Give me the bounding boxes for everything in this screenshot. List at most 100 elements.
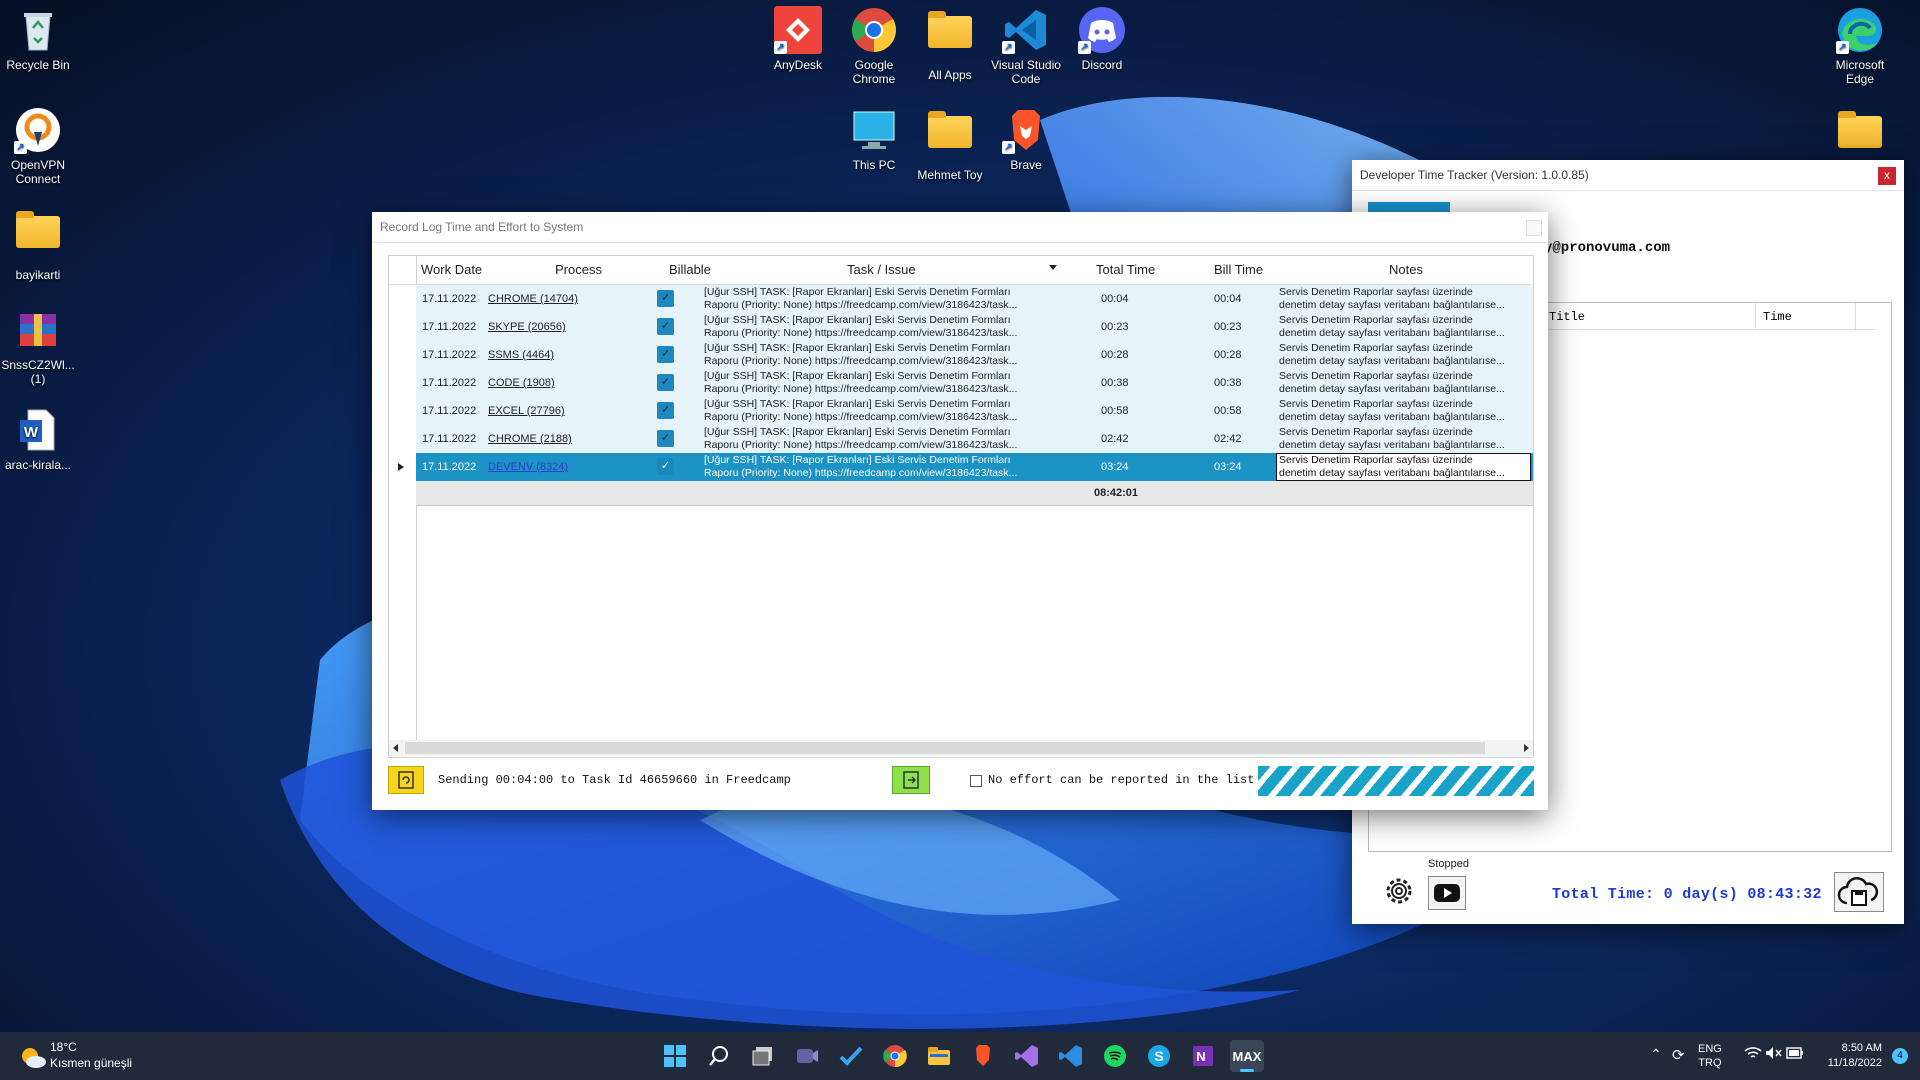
column-header-total-time[interactable]: Total Time (1096, 256, 1155, 284)
desktop-icon-discord[interactable]: ↗ Discord (1064, 6, 1140, 72)
cell-task-line2[interactable]: Raporu (Priority: None) https://freedcam… (704, 467, 1017, 479)
cell-bill-time[interactable]: 00:58 (1214, 405, 1242, 417)
billable-checkbox[interactable]: ✓ (657, 374, 674, 391)
send-button[interactable] (892, 766, 930, 794)
column-header-time[interactable]: Time (1763, 310, 1792, 324)
desktop-icon-this-pc[interactable]: This PC (836, 106, 912, 172)
cell-process-link[interactable]: CHROME (14704) (488, 293, 578, 305)
cell-work-date[interactable]: 17.11.2022 (422, 349, 476, 361)
tracker-titlebar[interactable]: Developer Time Tracker (Version: 1.0.0.8… (1352, 160, 1904, 191)
cell-work-date[interactable]: 17.11.2022 (422, 461, 476, 473)
task-view-icon[interactable] (750, 1043, 776, 1069)
desktop-icon-chrome[interactable]: Google Chrome (836, 6, 912, 86)
billable-checkbox[interactable]: ✓ (657, 290, 674, 307)
cell-total-time[interactable]: 00:23 (1101, 321, 1129, 333)
table-row[interactable]: 17.11.2022 CHROME (14704) ✓ [Uğur SSH] TASK… (416, 285, 1533, 314)
vscode-icon[interactable] (1058, 1043, 1084, 1069)
cell-bill-time[interactable]: 00:38 (1214, 377, 1242, 389)
cell-notes-line1[interactable]: Servis Denetim Raporlar sayfası üzerinde (1279, 426, 1527, 438)
volume-muted-icon[interactable] (1764, 1045, 1782, 1064)
cell-notes-line1[interactable]: Servis Denetim Raporlar sayfası üzerinde (1279, 454, 1527, 466)
column-header-title[interactable]: Title (1549, 310, 1585, 324)
cell-total-time[interactable]: 00:28 (1101, 349, 1129, 361)
cell-task-line2[interactable]: Raporu (Priority: None) https://freedcam… (704, 383, 1017, 395)
file-explorer-icon[interactable] (926, 1043, 952, 1069)
skype-icon[interactable]: S (1146, 1043, 1172, 1069)
spotify-icon[interactable] (1102, 1043, 1128, 1069)
onenote-icon[interactable]: N (1190, 1043, 1216, 1069)
visual-studio-icon[interactable] (1014, 1043, 1040, 1069)
cloud-upload-button[interactable] (1834, 872, 1884, 912)
cell-notes-line1[interactable]: Servis Denetim Raporlar sayfası üzerinde (1279, 286, 1527, 298)
start-icon[interactable] (662, 1043, 688, 1069)
desktop-icon-recycle-bin[interactable]: Recycle Bin (0, 6, 76, 72)
column-header-notes[interactable]: Notes (1389, 256, 1423, 284)
time-tracker-icon[interactable]: MAX (1230, 1040, 1264, 1072)
cell-total-time[interactable]: 02:42 (1101, 433, 1129, 445)
sort-dropdown-icon[interactable] (1049, 265, 1057, 270)
desktop-icon-mehmet-toy[interactable]: Mehmet Toy (912, 106, 988, 182)
table-row[interactable]: 17.11.2022 SSMS (4464) ✓ [Uğur SSH] TASK: [… (416, 341, 1533, 370)
cell-task-line2[interactable]: Raporu (Priority: None) https://freedcam… (704, 299, 1017, 311)
cell-process-link[interactable]: CODE (1908) (488, 377, 555, 389)
column-header-bill-time[interactable]: Bill Time (1214, 256, 1263, 284)
cell-total-time[interactable]: 00:58 (1101, 405, 1129, 417)
log-grid[interactable]: Work Date Process Billable Task / Issue … (388, 255, 1534, 758)
table-row[interactable]: 17.11.2022 CODE (1908) ✓ [Uğur SSH] TASK: [… (416, 369, 1533, 398)
cell-task-line1[interactable]: [Uğur SSH] TASK: [Rapor Ekranları] Eski … (704, 286, 1011, 298)
cell-notes-line2[interactable]: denetim detay sayfası veritabanı bağlant… (1279, 439, 1527, 451)
language-indicator[interactable]: ENG TRQ (1698, 1042, 1722, 1070)
cell-process-link[interactable]: DEVENV (8324) (488, 461, 568, 473)
cell-work-date[interactable]: 17.11.2022 (422, 405, 476, 417)
settings-gear-icon[interactable] (1382, 874, 1416, 908)
desktop-icon-anydesk[interactable]: ↗ AnyDesk (760, 6, 836, 72)
billable-checkbox[interactable]: ✓ (657, 402, 674, 419)
column-header-process[interactable]: Process (555, 256, 602, 284)
cell-notes-line1[interactable]: Servis Denetim Raporlar sayfası üzerinde (1279, 342, 1527, 354)
horizontal-scrollbar[interactable] (389, 740, 1533, 756)
desktop-icon-bayikarti[interactable]: bayikarti (0, 206, 76, 282)
cell-process-link[interactable]: SSMS (4464) (488, 349, 554, 361)
cell-bill-time[interactable]: 02:42 (1214, 433, 1242, 445)
cell-notes-line1[interactable]: Servis Denetim Raporlar sayfası üzerinde (1279, 398, 1527, 410)
billable-checkbox[interactable]: ✓ (657, 318, 674, 335)
teams-icon[interactable] (794, 1043, 820, 1069)
cell-notes-line2[interactable]: denetim detay sayfası veritabanı bağlant… (1279, 411, 1527, 423)
cell-work-date[interactable]: 17.11.2022 (422, 293, 476, 305)
cell-task-line2[interactable]: Raporu (Priority: None) https://freedcam… (704, 327, 1017, 339)
battery-icon[interactable] (1786, 1047, 1804, 1062)
clock[interactable]: 8:50 AM 11/18/2022 (1816, 1041, 1882, 1071)
cell-notes-line2[interactable]: denetim detay sayfası veritabanı bağlant… (1279, 467, 1527, 479)
desktop-icon-edge[interactable]: ↗ Microsoft Edge (1822, 6, 1898, 86)
brave-icon[interactable] (970, 1043, 996, 1069)
cell-notes-line2[interactable]: denetim detay sayfası veritabanı bağlant… (1279, 383, 1527, 395)
table-row[interactable]: 17.11.2022 DEVENV (8324) ✓ [Uğur SSH] TASK:… (398, 453, 1533, 482)
billable-checkbox[interactable]: ✓ (657, 430, 674, 447)
cell-task-line1[interactable]: [Uğur SSH] TASK: [Rapor Ekranları] Eski … (704, 342, 1011, 354)
wifi-icon[interactable] (1744, 1045, 1762, 1064)
column-header-billable[interactable]: Billable (669, 256, 711, 284)
cell-work-date[interactable]: 17.11.2022 (422, 377, 476, 389)
desktop-icon-winrar[interactable]: SnssCZ2Wl... (1) (0, 306, 76, 386)
cell-process-link[interactable]: EXCEL (27796) (488, 405, 565, 417)
table-row[interactable]: 17.11.2022 EXCEL (27796) ✓ [Uğur SSH] TASK:… (416, 397, 1533, 426)
scroll-thumb[interactable] (405, 742, 1485, 754)
scroll-left-arrow[interactable] (393, 744, 398, 752)
todo-icon[interactable] (838, 1043, 864, 1069)
tracker-close-button[interactable]: x (1878, 167, 1896, 185)
cell-bill-time[interactable]: 00:23 (1214, 321, 1242, 333)
search-icon[interactable] (706, 1043, 732, 1069)
cell-task-line2[interactable]: Raporu (Priority: None) https://freedcam… (704, 411, 1017, 423)
cell-work-date[interactable]: 17.11.2022 (422, 321, 476, 333)
cell-total-time[interactable]: 00:04 (1101, 293, 1129, 305)
table-row[interactable]: 17.11.2022 SKYPE (20656) ✓ [Uğur SSH] TASK:… (416, 313, 1533, 342)
cell-task-line1[interactable]: [Uğur SSH] TASK: [Rapor Ekranları] Eski … (704, 314, 1011, 326)
scroll-right-arrow[interactable] (1524, 744, 1529, 752)
column-header-work-date[interactable]: Work Date (421, 256, 482, 284)
cell-total-time[interactable]: 03:24 (1101, 461, 1129, 473)
refresh-button[interactable] (388, 766, 424, 794)
chrome-icon[interactable] (882, 1043, 908, 1069)
cell-process-link[interactable]: CHROME (2188) (488, 433, 572, 445)
desktop-icon-vscode[interactable]: ↗ Visual Studio Code (988, 6, 1064, 86)
cell-work-date[interactable]: 17.11.2022 (422, 433, 476, 445)
